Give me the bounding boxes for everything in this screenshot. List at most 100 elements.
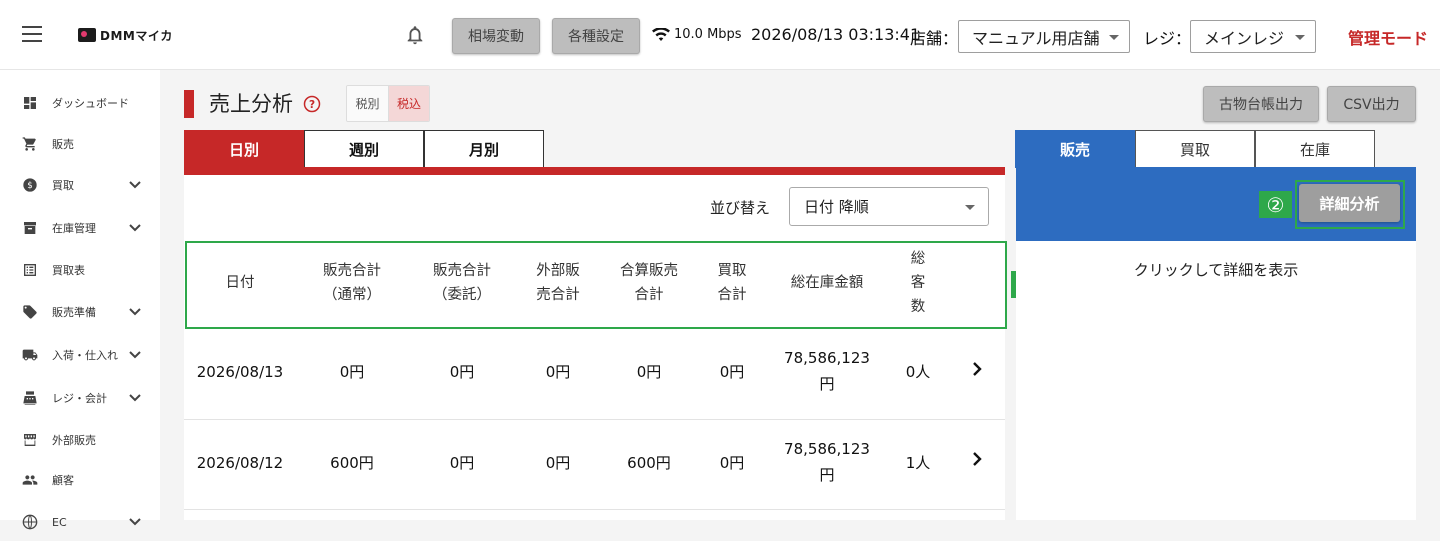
sidebar-item-sales[interactable]: 販売: [0, 125, 160, 163]
sidebar-item-label: ダッシュボード: [52, 97, 129, 110]
cell-combined: 0円: [636, 363, 662, 381]
chevron-down-icon: [129, 181, 141, 189]
store-label: 店舗：: [910, 29, 959, 48]
svg-text:?: ?: [309, 99, 315, 111]
chevron-down-icon: [129, 224, 141, 232]
sidebar-item-dashboard[interactable]: ダッシュボード: [0, 84, 160, 122]
archive-icon: [24, 222, 36, 234]
caret-down-icon: [1109, 35, 1119, 40]
store-select[interactable]: マニュアル用店舗: [958, 20, 1130, 53]
ledger-export-button[interactable]: 古物台帳出力: [1203, 86, 1319, 122]
caret-down-icon: [965, 205, 975, 210]
sidebar-item-label: 販売準備: [52, 306, 96, 319]
detail-panel: [1016, 241, 1416, 520]
logo-text: DMMマイカ: [100, 28, 173, 43]
column-header-sales-normal: 販売合計 （通常）: [323, 263, 381, 303]
admin-mode-link[interactable]: 管理モード: [1348, 25, 1428, 49]
sidebar-item-inventory[interactable]: 在庫管理: [0, 209, 160, 247]
register-icon: [23, 391, 37, 405]
tab-underline: [184, 167, 1005, 175]
sidebar-item-external-sales[interactable]: 外部販売: [0, 421, 160, 459]
sidebar-item-register[interactable]: レジ・会計: [0, 379, 160, 417]
network-speed: 10.0 Mbps: [674, 27, 742, 42]
column-header-combined-sales: 合算販売 合計: [620, 263, 678, 303]
sort-select[interactable]: 日付 降順: [789, 187, 989, 226]
sort-label: 並び替え: [710, 199, 771, 217]
column-header-inventory: 総在庫金額: [790, 275, 864, 291]
page-title: 売上分析: [209, 92, 293, 116]
column-header-customers: 総客数: [910, 251, 926, 315]
chevron-right-icon[interactable]: [972, 452, 982, 466]
sidebar-item-purchase[interactable]: $ 買取: [0, 166, 160, 204]
cell-purchase: 0円: [719, 454, 745, 472]
tax-included-option[interactable]: 税込: [388, 86, 429, 121]
chevron-down-icon: [129, 351, 141, 359]
sidebar-item-label: EC: [52, 515, 67, 529]
detail-hint-text: クリックして詳細を表示: [1133, 261, 1299, 279]
truck-icon: [22, 349, 38, 361]
sort-select-value: 日付 降順: [804, 198, 869, 216]
sidebar-item-arrivals[interactable]: 入荷・仕入れ: [0, 336, 160, 374]
dollar-icon: $: [23, 178, 37, 192]
column-header-date: 日付: [225, 275, 255, 291]
row-divider: [184, 509, 1005, 510]
cell-external: 0円: [545, 363, 571, 381]
cell-inventory: 78,586,123 円: [784, 349, 870, 393]
menu-icon[interactable]: [22, 26, 42, 42]
caret-down-icon: [1295, 35, 1305, 40]
chevron-right-icon[interactable]: [972, 362, 982, 376]
sidebar-item-label: 在庫管理: [52, 222, 96, 235]
list-icon: [24, 264, 36, 276]
current-datetime: 2026/08/13 03:13:41: [751, 25, 921, 44]
register-label: レジ：: [1143, 29, 1192, 48]
cart-icon: [22, 137, 36, 151]
store-icon: [24, 434, 36, 446]
app-logo[interactable]: DMMマイカ: [78, 27, 173, 43]
sidebar-item-price-list[interactable]: 買取表: [0, 251, 160, 289]
sidebar-item-sales-prep[interactable]: 販売準備: [0, 293, 160, 331]
column-header-purchase: 買取 合計: [717, 263, 747, 303]
logo-mark-icon: [78, 28, 96, 42]
column-header-external-sales: 外部販 売合計: [536, 263, 580, 303]
tab-right-sales[interactable]: 販売: [1015, 130, 1135, 168]
cell-sales-consign: 0円: [449, 454, 475, 472]
detail-analysis-button[interactable]: 詳細分析: [1299, 184, 1400, 222]
sidebar: ダッシュボード 販売 $ 買取 在庫管理 買取表 販売準備 入荷・仕入れ レジ・…: [0, 70, 160, 530]
sidebar-item-label: 買取表: [52, 264, 85, 277]
dashboard-icon: [24, 97, 36, 109]
help-icon[interactable]: ?: [303, 95, 321, 113]
bell-icon[interactable]: [404, 24, 426, 46]
cell-sales-normal: 600円: [330, 454, 374, 472]
settings-button[interactable]: 各種設定: [552, 18, 640, 54]
people-icon: [22, 475, 38, 485]
tab-right-purchase[interactable]: 買取: [1135, 130, 1255, 168]
tab-right-inventory[interactable]: 在庫: [1255, 130, 1375, 168]
column-header-sales-consign: 販売合計 （委託）: [433, 263, 491, 303]
cell-sales-normal: 0円: [339, 363, 365, 381]
cell-date: 2026/08/12: [196, 454, 284, 472]
register-select[interactable]: メインレジ: [1190, 20, 1316, 53]
wifi-icon: [652, 28, 670, 41]
tab-monthly[interactable]: 月別: [424, 130, 544, 168]
globe-icon: [22, 514, 38, 530]
csv-export-button[interactable]: CSV出力: [1327, 86, 1416, 122]
top-app-bar: DMMマイカ 相場変動 各種設定 10.0 Mbps 2026/08/13 03…: [0, 0, 1440, 70]
sidebar-item-label: レジ・会計: [52, 392, 107, 405]
tab-daily[interactable]: 日別: [184, 130, 304, 168]
register-select-value: メインレジ: [1204, 28, 1285, 48]
sidebar-item-label: 買取: [52, 179, 74, 192]
sidebar-item-ec[interactable]: EC: [0, 503, 160, 541]
cell-purchase: 0円: [719, 363, 745, 381]
chevron-down-icon: [129, 518, 141, 526]
sidebar-item-customers[interactable]: 顧客: [0, 461, 160, 499]
tab-weekly[interactable]: 週別: [304, 130, 424, 168]
cell-inventory: 78,586,123 円: [784, 440, 870, 484]
cell-date: 2026/08/13: [196, 363, 284, 381]
sidebar-item-label: 顧客: [52, 474, 74, 487]
market-change-button[interactable]: 相場変動: [452, 18, 540, 54]
tag-icon: [23, 305, 37, 319]
sidebar-item-label: 外部販売: [52, 434, 96, 447]
chevron-down-icon: [129, 308, 141, 316]
tax-excluded-option[interactable]: 税別: [347, 86, 388, 121]
cell-sales-consign: 0円: [449, 363, 475, 381]
